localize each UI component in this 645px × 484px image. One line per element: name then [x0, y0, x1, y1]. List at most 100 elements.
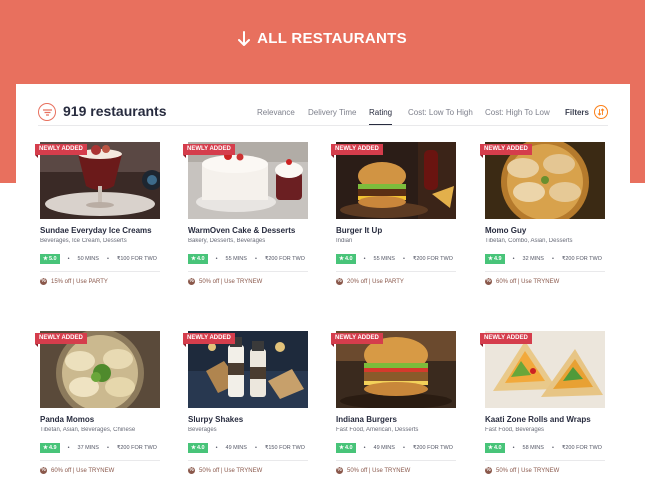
hero-title: ALL RESTAURANTS: [257, 30, 407, 47]
separator-dot: •: [402, 256, 405, 262]
restaurant-card[interactable]: NEWLY ADDED Panda Momos Tibetan, Asian, …: [35, 331, 160, 481]
restaurant-name: Panda Momos: [40, 415, 95, 424]
separator-dot: •: [106, 256, 109, 262]
star-icon: ★: [339, 256, 344, 262]
restaurant-cuisines: Beverages, Ice Cream, Desserts: [40, 238, 127, 244]
newly-added-badge: NEWLY ADDED: [35, 144, 87, 158]
newly-added-badge: NEWLY ADDED: [35, 333, 87, 347]
separator-dot: •: [512, 256, 515, 262]
rating-badge: ★ 4.0: [188, 443, 208, 453]
star-icon: ★: [488, 445, 493, 451]
restaurant-cuisines: Fast Food, Beverages: [485, 427, 545, 433]
rating-value: 4.0: [493, 445, 502, 451]
offer-text: 50% off | Use TRYNEW: [199, 278, 263, 285]
delivery-time: 50 MINS: [77, 256, 99, 262]
separator-dot: •: [402, 445, 405, 451]
restaurant-name: WarmOven Cake & Desserts: [188, 226, 296, 235]
restaurant-card[interactable]: NEWLY ADDED Kaati Zone Rolls and Wraps F…: [480, 331, 605, 481]
restaurant-card[interactable]: NEWLY ADDED Burger It Up Indian ★ 4.0 • 5…: [331, 142, 456, 292]
delivery-time: 58 MINS: [522, 445, 544, 451]
rating-value: 4.9: [48, 445, 57, 451]
separator-dot: •: [363, 256, 366, 262]
sort-delivery-time[interactable]: Delivery Time: [308, 108, 356, 117]
active-sort-underline: [369, 124, 392, 125]
sort-relevance[interactable]: Relevance: [257, 108, 295, 117]
star-icon: ★: [339, 445, 344, 451]
delivery-time: 55 MINS: [225, 256, 247, 262]
hero-heading: ALL RESTAURANTS: [0, 30, 645, 47]
restaurant-card[interactable]: NEWLY ADDED Indiana Burgers Fast Food, A…: [331, 331, 456, 481]
separator-dot: •: [254, 445, 257, 451]
restaurant-meta: ★ 4.0 • 49 MINS • ₹150 FOR TWO: [188, 442, 308, 454]
offer-line: % 60% off | Use TRYNEW: [485, 278, 559, 285]
offer-text: 60% off | Use TRYNEW: [51, 467, 115, 474]
rating-badge: ★ 4.0: [485, 443, 505, 453]
cost-for-two: ₹200 FOR TWO: [264, 256, 305, 262]
arrow-down-icon: [238, 30, 251, 47]
restaurant-count: 919 restaurants: [63, 103, 167, 119]
menu-icon[interactable]: [38, 103, 56, 121]
delivery-time: 49 MINS: [225, 445, 247, 451]
restaurant-cuisines: Beverages: [188, 427, 217, 433]
rating-value: 4.0: [344, 445, 353, 451]
cost-for-two: ₹150 FOR TWO: [264, 445, 305, 451]
newly-added-badge: NEWLY ADDED: [183, 333, 235, 347]
star-icon: ★: [43, 256, 48, 262]
offer-icon: %: [40, 278, 47, 285]
restaurant-name: Burger It Up: [336, 226, 383, 235]
sort-cost-low-high[interactable]: Cost: Low To High: [408, 108, 473, 117]
star-icon: ★: [191, 445, 196, 451]
offer-text: 50% off | Use TRYNEW: [199, 467, 263, 474]
card-divider: [336, 271, 456, 272]
rating-value: 4.0: [196, 445, 205, 451]
star-icon: ★: [488, 256, 493, 262]
card-divider: [40, 271, 160, 272]
restaurant-card[interactable]: NEWLY ADDED Sundae Everyday Ice Creams B…: [35, 142, 160, 292]
cost-for-two: ₹200 FOR TWO: [412, 256, 453, 262]
rating-badge: ★ 4.9: [485, 254, 505, 264]
restaurant-card[interactable]: NEWLY ADDED Momo Guy Tibetan, Combo, Asi…: [480, 142, 605, 292]
separator-dot: •: [106, 445, 109, 451]
offer-line: % 50% off | Use TRYNEW: [188, 467, 262, 474]
newly-added-badge: NEWLY ADDED: [331, 144, 383, 158]
separator-dot: •: [363, 445, 366, 451]
rating-badge: ★ 4.0: [188, 254, 208, 264]
delivery-time: 32 MINS: [522, 256, 544, 262]
offer-icon: %: [188, 278, 195, 285]
restaurant-meta: ★ 4.9 • 37 MINS • ₹200 FOR TWO: [40, 442, 160, 454]
newly-added-badge: NEWLY ADDED: [331, 333, 383, 347]
separator-dot: •: [67, 256, 70, 262]
restaurant-name: Sundae Everyday Ice Creams: [40, 226, 152, 235]
rating-badge: ★ 4.0: [336, 254, 356, 264]
cost-for-two: ₹200 FOR TWO: [412, 445, 453, 451]
offer-icon: %: [336, 278, 343, 285]
card-divider: [188, 460, 308, 461]
restaurant-card[interactable]: NEWLY ADDED WarmOven Cake & Desserts Bak…: [183, 142, 308, 292]
restaurant-card[interactable]: NEWLY ADDED Slurpy Shakes Beverages ★ 4.0…: [183, 331, 308, 481]
sort-cost-high-low[interactable]: Cost: High To Low: [485, 108, 550, 117]
sort-toolbar: 919 restaurants Relevance Delivery Time …: [38, 98, 608, 126]
card-divider: [485, 271, 605, 272]
offer-text: 50% off | Use TRYNEW: [347, 467, 411, 474]
offer-icon: %: [485, 467, 492, 474]
filters-button[interactable]: Filters: [565, 105, 608, 119]
sort-rating[interactable]: Rating: [369, 108, 392, 117]
restaurant-cuisines: Fast Food, American, Desserts: [336, 427, 419, 433]
offer-line: % 15% off | Use PARTY: [40, 278, 108, 285]
card-divider: [485, 460, 605, 461]
card-divider: [40, 460, 160, 461]
delivery-time: 37 MINS: [77, 445, 99, 451]
offer-text: 50% off | Use TRYNEW: [496, 467, 560, 474]
offer-line: % 50% off | Use TRYNEW: [188, 278, 262, 285]
star-icon: ★: [191, 256, 196, 262]
card-divider: [336, 460, 456, 461]
restaurant-meta: ★ 4.0 • 58 MINS • ₹200 FOR TWO: [485, 442, 605, 454]
newly-added-badge: NEWLY ADDED: [183, 144, 235, 158]
restaurant-name: Momo Guy: [485, 226, 527, 235]
offer-text: 15% off | Use PARTY: [51, 278, 108, 285]
restaurant-name: Slurpy Shakes: [188, 415, 244, 424]
restaurant-cuisines: Tibetan, Combo, Asian, Desserts: [485, 238, 573, 244]
rating-value: 5.0: [48, 256, 57, 262]
offer-line: % 60% off | Use TRYNEW: [40, 467, 114, 474]
restaurant-cuisines: Tibetan, Asian, Beverages, Chinese: [40, 427, 136, 433]
